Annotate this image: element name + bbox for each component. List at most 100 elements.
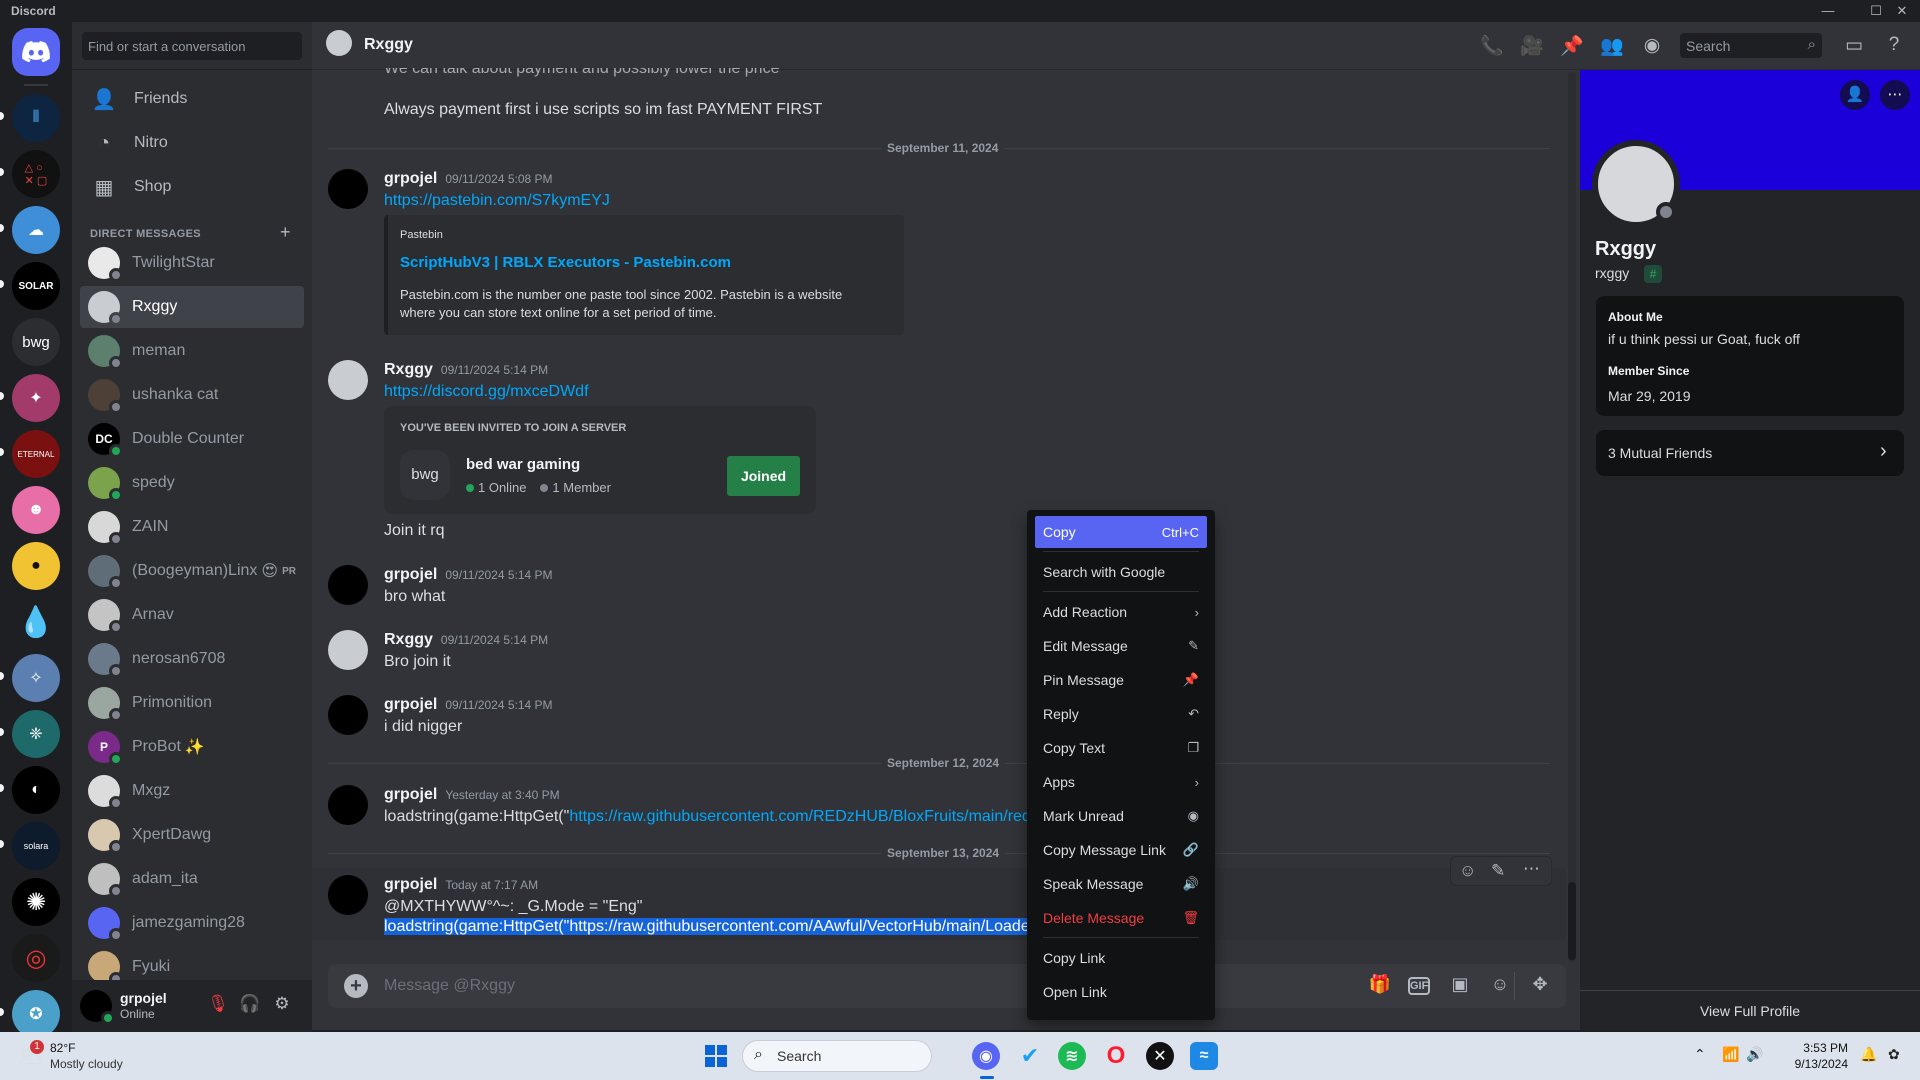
dm-search-input[interactable]: Find or start a conversation bbox=[82, 32, 302, 60]
context-menu-item[interactable]: Copy Text ❐ bbox=[1035, 732, 1207, 764]
app-taskbar-icon[interactable]: ≈ bbox=[1190, 1042, 1218, 1070]
context-menu-item[interactable]: Apps › bbox=[1035, 766, 1207, 798]
add-friend-icon[interactable]: 👤 bbox=[1840, 80, 1870, 110]
context-menu-item[interactable]: Copy Message Link 🔗 bbox=[1035, 834, 1207, 866]
server-icon[interactable]: ✪ bbox=[12, 990, 60, 1038]
message-link[interactable]: https://raw.githubusercontent.com/REDzHU… bbox=[569, 808, 1027, 825]
edit-icon[interactable]: ✎ bbox=[1491, 861, 1505, 881]
joined-button[interactable]: Joined bbox=[727, 456, 800, 496]
avatar[interactable] bbox=[328, 785, 368, 825]
dm-item[interactable]: Primonition bbox=[80, 682, 304, 724]
more-icon[interactable]: ⋯ bbox=[1880, 80, 1910, 110]
embed-title[interactable]: ScriptHubV3 | RBLX Executors - Pastebin.… bbox=[400, 254, 731, 271]
view-full-profile-link[interactable]: View Full Profile bbox=[1580, 990, 1920, 1030]
avatar[interactable] bbox=[328, 169, 368, 209]
chat-scrollbar-track[interactable] bbox=[1568, 72, 1576, 962]
dm-item[interactable]: Arnav bbox=[80, 594, 304, 636]
apps-icon[interactable]: ✥ bbox=[1528, 974, 1552, 998]
dm-item[interactable]: meman bbox=[80, 330, 304, 372]
server-icon[interactable]: ✺ bbox=[12, 878, 60, 926]
xbox-icon[interactable]: ✕ bbox=[1146, 1042, 1174, 1070]
dm-item[interactable]: adam_ita bbox=[80, 858, 304, 900]
server-bwg[interactable]: bwg bbox=[12, 318, 60, 366]
dm-item[interactable]: ushanka cat bbox=[80, 374, 304, 416]
server-icon[interactable]: ⦀ bbox=[12, 94, 60, 142]
server-icon[interactable]: SOLAR bbox=[12, 262, 60, 310]
volume-icon[interactable]: 🔊 bbox=[1746, 1046, 1763, 1063]
message-author[interactable]: Rxggy 09/11/2024 5:14 PM bbox=[384, 631, 548, 649]
windows-start-icon[interactable] bbox=[702, 1042, 730, 1070]
help-icon[interactable]: ? bbox=[1882, 34, 1906, 58]
context-menu-item[interactable]: Copy Link bbox=[1035, 942, 1207, 974]
voice-call-icon[interactable]: 📞 bbox=[1480, 34, 1504, 58]
maximize-button[interactable]: ☐ bbox=[1864, 2, 1888, 20]
dm-item[interactable]: TwilightStar bbox=[80, 242, 304, 284]
message-link[interactable]: https://discord.gg/mxceDWdf bbox=[384, 383, 589, 401]
close-button[interactable]: ✕ bbox=[1890, 2, 1914, 20]
dm-item[interactable]: ZAIN bbox=[80, 506, 304, 548]
sticker-icon[interactable]: ▣ bbox=[1448, 974, 1472, 998]
server-icon[interactable]: ● bbox=[12, 542, 60, 590]
add-reaction-icon[interactable]: ☺ bbox=[1459, 861, 1476, 881]
message-author[interactable]: grpojel 09/11/2024 5:14 PM bbox=[384, 696, 553, 714]
home-discord-button[interactable] bbox=[12, 28, 60, 76]
context-menu-item[interactable]: Reply ↶ bbox=[1035, 698, 1207, 730]
dm-item[interactable]: jamezgaming28 bbox=[80, 902, 304, 944]
copilot-icon[interactable]: ✿ bbox=[1888, 1046, 1900, 1063]
gift-icon[interactable]: 🎁 bbox=[1368, 974, 1392, 998]
app-taskbar-icon[interactable]: ✔ bbox=[1016, 1042, 1044, 1070]
dm-item[interactable]: (Boogeyman)Linx 😍 PR bbox=[80, 550, 304, 592]
server-icon[interactable]: ❈ bbox=[12, 710, 60, 758]
nav-shop[interactable]: ▦ Shop bbox=[80, 166, 304, 208]
opera-icon[interactable]: O bbox=[1102, 1042, 1130, 1070]
message-author[interactable]: grpojel 09/11/2024 5:08 PM bbox=[384, 170, 553, 188]
server-icon[interactable]: 💧 bbox=[12, 598, 60, 646]
emoji-icon[interactable]: ☺ bbox=[1488, 974, 1512, 998]
context-menu-item[interactable]: Add Reaction › bbox=[1035, 596, 1207, 628]
notification-bell-icon[interactable]: 🔔 bbox=[1860, 1046, 1877, 1063]
chevron-up-icon[interactable]: ⌃ bbox=[1694, 1046, 1706, 1063]
gif-icon[interactable]: GIF bbox=[1408, 977, 1430, 995]
context-menu-item[interactable]: Search with Google bbox=[1035, 556, 1207, 588]
server-icon[interactable]: solara bbox=[12, 822, 60, 870]
inbox-icon[interactable]: ▭ bbox=[1842, 34, 1866, 58]
server-icon[interactable]: △ ○ ✕ ▢ bbox=[12, 150, 60, 198]
nav-nitro[interactable]: ◔ Nitro bbox=[80, 122, 304, 164]
message-link[interactable]: https://pastebin.com/S7kymEYJ bbox=[384, 192, 610, 210]
context-menu-item[interactable]: Delete Message 🗑 bbox=[1035, 902, 1207, 934]
spotify-icon[interactable]: ≋ bbox=[1058, 1042, 1086, 1070]
wifi-icon[interactable]: 📶 bbox=[1722, 1046, 1739, 1063]
context-menu-item[interactable]: Speak Message 🔊 bbox=[1035, 868, 1207, 900]
nav-friends[interactable]: 👤 Friends bbox=[80, 78, 304, 120]
user-profile-icon[interactable]: ◉ bbox=[1640, 34, 1664, 58]
clock-time[interactable]: 3:53 PM bbox=[1778, 1041, 1848, 1055]
server-icon[interactable]: ETERNAL bbox=[12, 430, 60, 478]
message-author[interactable]: grpojel Today at 7:17 AM bbox=[384, 876, 538, 894]
upload-plus-icon[interactable]: + bbox=[344, 974, 368, 998]
message-composer[interactable]: + Message @Rxggy 🎁 GIF ▣ ☺ ✥ bbox=[328, 964, 1566, 1008]
create-dm-plus-icon[interactable]: + bbox=[280, 222, 291, 243]
context-menu-item[interactable]: Pin Message 📌 bbox=[1035, 664, 1207, 696]
server-icon[interactable]: ✧ bbox=[12, 654, 60, 702]
context-menu-item[interactable]: Copy Ctrl+C bbox=[1035, 516, 1207, 548]
avatar[interactable] bbox=[328, 695, 368, 735]
mute-microphone-icon[interactable]: 🎙 bbox=[206, 994, 230, 1018]
dm-item[interactable]: P ProBot ✨ bbox=[80, 726, 304, 768]
profile-badge-icon[interactable]: # bbox=[1644, 265, 1662, 283]
message-author[interactable]: grpojel 09/11/2024 5:14 PM bbox=[384, 566, 553, 584]
dm-item[interactable]: DC Double Counter bbox=[80, 418, 304, 460]
server-icon[interactable]: ◎ bbox=[12, 934, 60, 982]
mutual-friends-button[interactable]: 3 Mutual Friends › bbox=[1596, 430, 1904, 476]
context-menu-item[interactable]: Edit Message ✎ bbox=[1035, 630, 1207, 662]
profile-avatar[interactable] bbox=[1592, 140, 1680, 228]
server-icon[interactable]: ☻ bbox=[12, 486, 60, 534]
header-search-input[interactable]: Search ⌕ bbox=[1680, 33, 1822, 58]
context-menu-item[interactable]: Mark Unread ◉ bbox=[1035, 800, 1207, 832]
dm-item[interactable]: spedy bbox=[80, 462, 304, 504]
server-icon[interactable]: ☁ bbox=[12, 206, 60, 254]
dm-item[interactable]: nerosan6708 bbox=[80, 638, 304, 680]
headphones-icon[interactable]: 🎧 bbox=[238, 994, 262, 1018]
avatar[interactable] bbox=[328, 630, 368, 670]
message-author[interactable]: grpojel Yesterday at 3:40 PM bbox=[384, 786, 560, 804]
context-menu-item[interactable]: Open Link bbox=[1035, 976, 1207, 1008]
